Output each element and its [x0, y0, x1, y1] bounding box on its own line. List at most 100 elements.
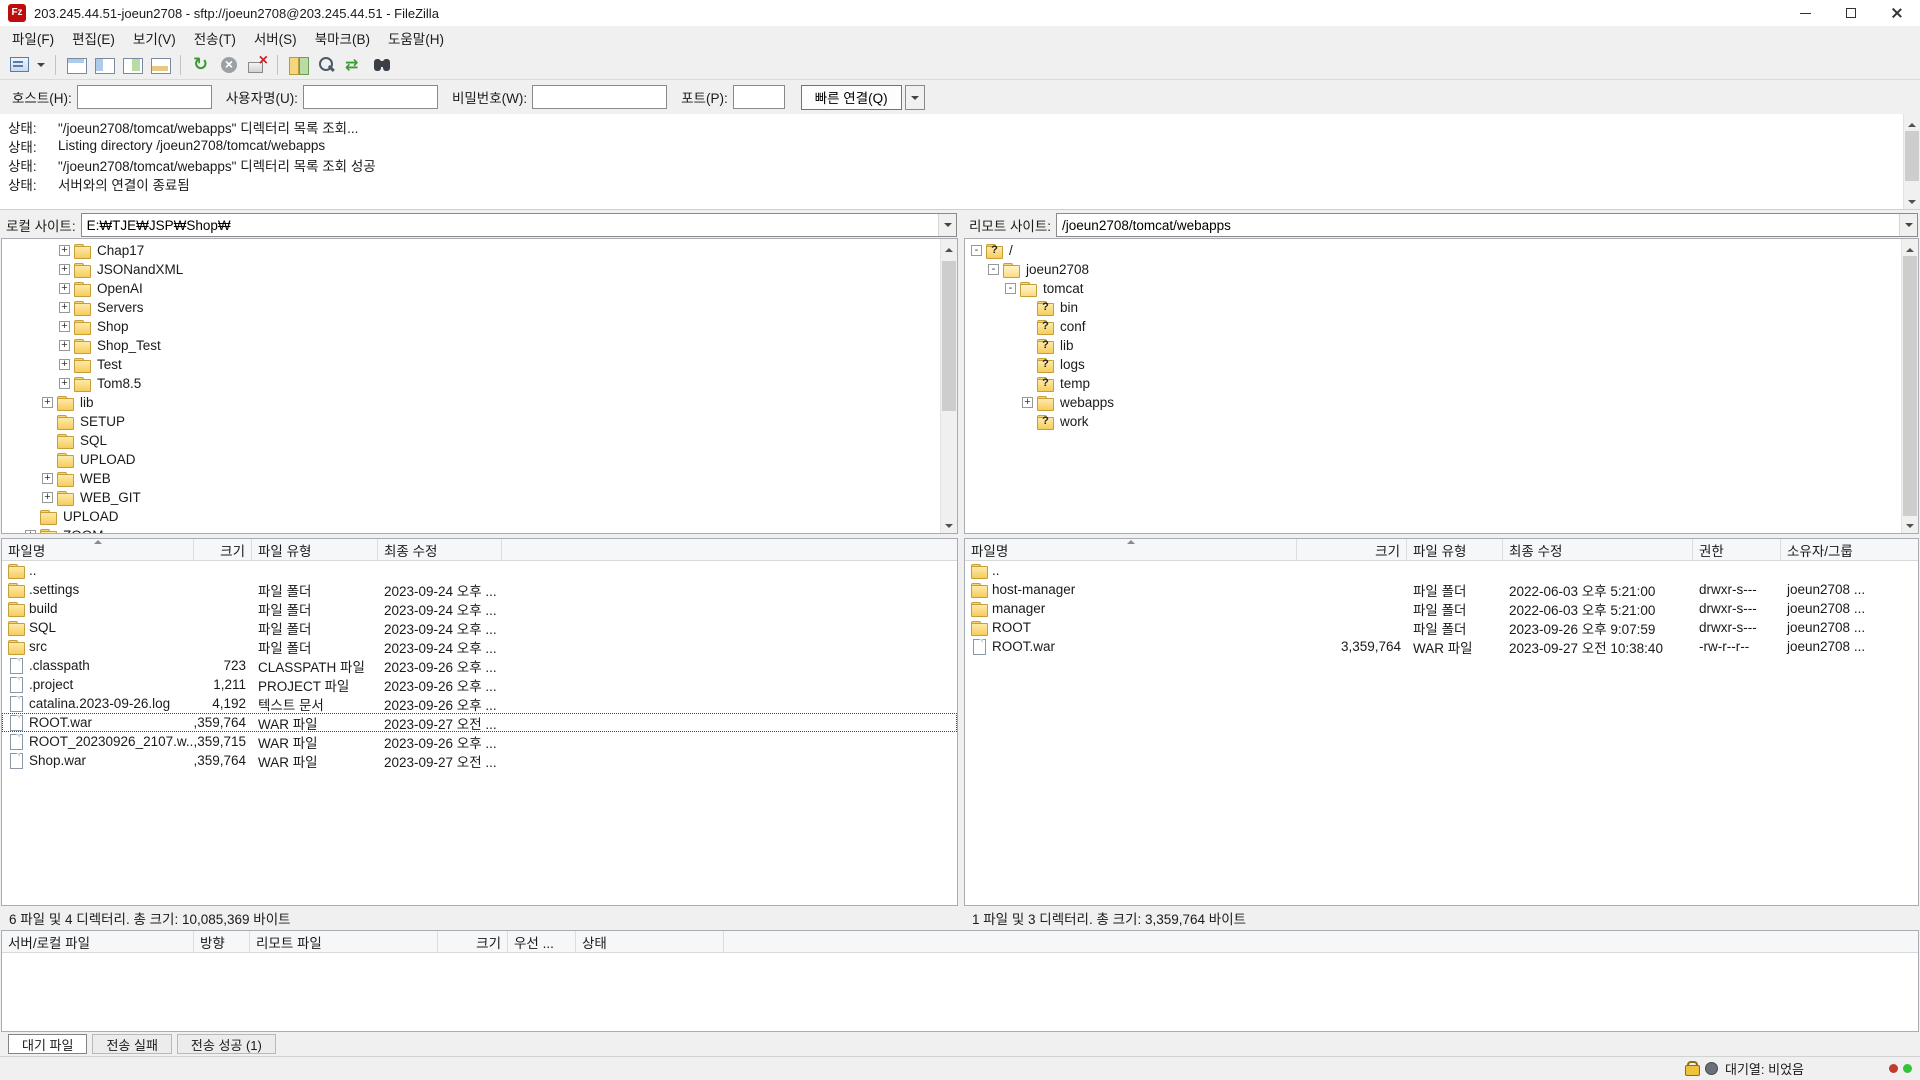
column-header[interactable]: 우선 ... [508, 931, 576, 952]
column-header[interactable]: 크기 [194, 539, 252, 560]
tree-item[interactable]: ? work [965, 412, 1900, 431]
column-header[interactable]: 파일명 [965, 539, 1297, 560]
column-header[interactable]: 파일 유형 [252, 539, 378, 560]
file-row[interactable]: ROOT_20230926_2107.w... 3,359,715 WAR 파일… [2, 732, 957, 751]
tree-expander-toggle[interactable]: + [59, 283, 70, 294]
file-row[interactable]: manager 파일 폴더 2022-06-03 오후 5:21:00 drwx… [965, 599, 1918, 618]
menu-item[interactable]: 서버(S) [245, 25, 306, 51]
column-header[interactable]: 서버/로컬 파일 [2, 931, 194, 952]
disconnect-icon[interactable] [244, 52, 270, 78]
port-input[interactable] [733, 85, 785, 109]
tree-item[interactable]: + OpenAI [2, 279, 939, 298]
column-header[interactable]: 파일명 [2, 539, 194, 560]
username-input[interactable] [303, 85, 438, 109]
scroll-down-button[interactable] [1902, 516, 1918, 533]
tree-item[interactable]: UPLOAD [2, 450, 939, 469]
queue-tab[interactable]: 전송 실패 [92, 1034, 171, 1054]
tree-expander-toggle[interactable]: + [59, 302, 70, 313]
local-path-combobox[interactable] [81, 213, 957, 237]
tree-item[interactable]: + Shop [2, 317, 939, 336]
find-icon[interactable] [369, 52, 395, 78]
toggle-queue-icon[interactable] [147, 52, 173, 78]
remote-path-input[interactable] [1057, 214, 1899, 236]
tree-item[interactable]: ? conf [965, 317, 1900, 336]
local-tree-scrollbar[interactable] [940, 239, 957, 533]
remote-path-combobox[interactable] [1056, 213, 1918, 237]
tree-expander-toggle[interactable]: + [59, 321, 70, 332]
menu-item[interactable]: 전송(T) [185, 25, 245, 51]
tree-expander-toggle[interactable]: + [25, 530, 36, 534]
quickconnect-button[interactable]: 빠른 연결(Q) [801, 85, 902, 110]
tree-expander-toggle[interactable]: + [1022, 397, 1033, 408]
file-row[interactable]: .classpath 723 CLASSPATH 파일 2023-09-26 오… [2, 656, 957, 675]
menu-item[interactable]: 편집(E) [63, 25, 124, 51]
tree-expander-toggle[interactable]: + [59, 264, 70, 275]
tree-expander-toggle[interactable]: + [59, 378, 70, 389]
tree-item[interactable]: + WEB [2, 469, 939, 488]
menu-item[interactable]: 도움말(H) [379, 25, 453, 51]
file-row[interactable]: build 파일 폴더 2023-09-24 오후 ... [2, 599, 957, 618]
file-row[interactable]: host-manager 파일 폴더 2022-06-03 오후 5:21:00… [965, 580, 1918, 599]
local-path-dropdown-icon[interactable] [938, 214, 956, 236]
tree-item[interactable]: + Chap17 [2, 241, 939, 260]
site-manager-dropdown-icon[interactable] [34, 52, 48, 78]
tree-item[interactable]: + Test [2, 355, 939, 374]
scroll-up-button[interactable] [941, 239, 957, 256]
tree-item[interactable]: SQL [2, 431, 939, 450]
minimize-button[interactable] [1782, 0, 1828, 26]
column-header[interactable]: 상태 [576, 931, 724, 952]
tree-expander-toggle[interactable]: + [42, 492, 53, 503]
column-header[interactable]: 방향 [194, 931, 250, 952]
site-manager-icon[interactable] [6, 52, 32, 78]
tree-item[interactable]: + lib [2, 393, 939, 412]
maximize-button[interactable] [1828, 0, 1874, 26]
file-row[interactable]: ROOT 파일 폴더 2023-09-26 오후 9:07:59 drwxr-s… [965, 618, 1918, 637]
tree-expander-toggle[interactable]: + [59, 340, 70, 351]
cancel-icon[interactable] [216, 52, 242, 78]
tree-item[interactable]: + ZOOM [2, 526, 939, 534]
compare-icon[interactable] [285, 52, 311, 78]
menu-item[interactable]: 보기(V) [124, 25, 185, 51]
remote-tree-scrollbar[interactable] [1901, 239, 1918, 533]
file-row[interactable]: .. [965, 561, 1918, 580]
tree-expander-toggle[interactable]: - [988, 264, 999, 275]
toggle-local-tree-icon[interactable] [91, 52, 117, 78]
column-header[interactable]: 최종 수정 [1503, 539, 1693, 560]
tree-expander-toggle[interactable]: + [59, 359, 70, 370]
column-header[interactable]: 권한 [1693, 539, 1781, 560]
column-header[interactable]: 소유자/그룹 [1781, 539, 1919, 560]
tree-item[interactable]: + Shop_Test [2, 336, 939, 355]
scroll-thumb[interactable] [1905, 131, 1919, 181]
scroll-up-button[interactable] [1902, 239, 1918, 256]
file-row[interactable]: SQL 파일 폴더 2023-09-24 오후 ... [2, 618, 957, 637]
tree-item[interactable]: UPLOAD [2, 507, 939, 526]
queue-tab[interactable]: 대기 파일 [8, 1034, 87, 1054]
tree-item[interactable]: - tomcat [965, 279, 1900, 298]
refresh-icon[interactable] [188, 52, 214, 78]
file-row[interactable]: Shop.war 3,359,764 WAR 파일 2023-09-27 오전 … [2, 751, 957, 770]
scroll-up-button[interactable] [1904, 114, 1920, 131]
tree-expander-toggle[interactable]: + [59, 245, 70, 256]
toggle-remote-tree-icon[interactable] [119, 52, 145, 78]
password-input[interactable] [532, 85, 667, 109]
file-row[interactable]: src 파일 폴더 2023-09-24 오후 ... [2, 637, 957, 656]
speed-limit-icon[interactable] [1705, 1062, 1718, 1075]
file-row[interactable]: ROOT.war 3,359,764 WAR 파일 2023-09-27 오전 … [965, 637, 1918, 656]
tree-expander-toggle[interactable]: - [1005, 283, 1016, 294]
column-header[interactable]: 크기 [1297, 539, 1407, 560]
close-button[interactable] [1874, 0, 1920, 26]
tree-item[interactable]: + JSONandXML [2, 260, 939, 279]
file-row[interactable]: .settings 파일 폴더 2023-09-24 오후 ... [2, 580, 957, 599]
scroll-thumb[interactable] [942, 261, 956, 411]
scroll-down-button[interactable] [941, 516, 957, 533]
menu-item[interactable]: 북마크(B) [306, 25, 379, 51]
queue-body[interactable] [2, 953, 1918, 1031]
file-row[interactable]: ROOT.war 3,359,764 WAR 파일 2023-09-27 오전 … [2, 713, 957, 732]
tree-item[interactable]: ? bin [965, 298, 1900, 317]
file-row[interactable]: .. [2, 561, 957, 580]
tree-expander-toggle[interactable]: + [42, 397, 53, 408]
menu-item[interactable]: 파일(F) [3, 25, 63, 51]
tree-expander-toggle[interactable]: - [971, 245, 982, 256]
toggle-message-log-icon[interactable] [63, 52, 89, 78]
tree-item[interactable]: + WEB_GIT [2, 488, 939, 507]
